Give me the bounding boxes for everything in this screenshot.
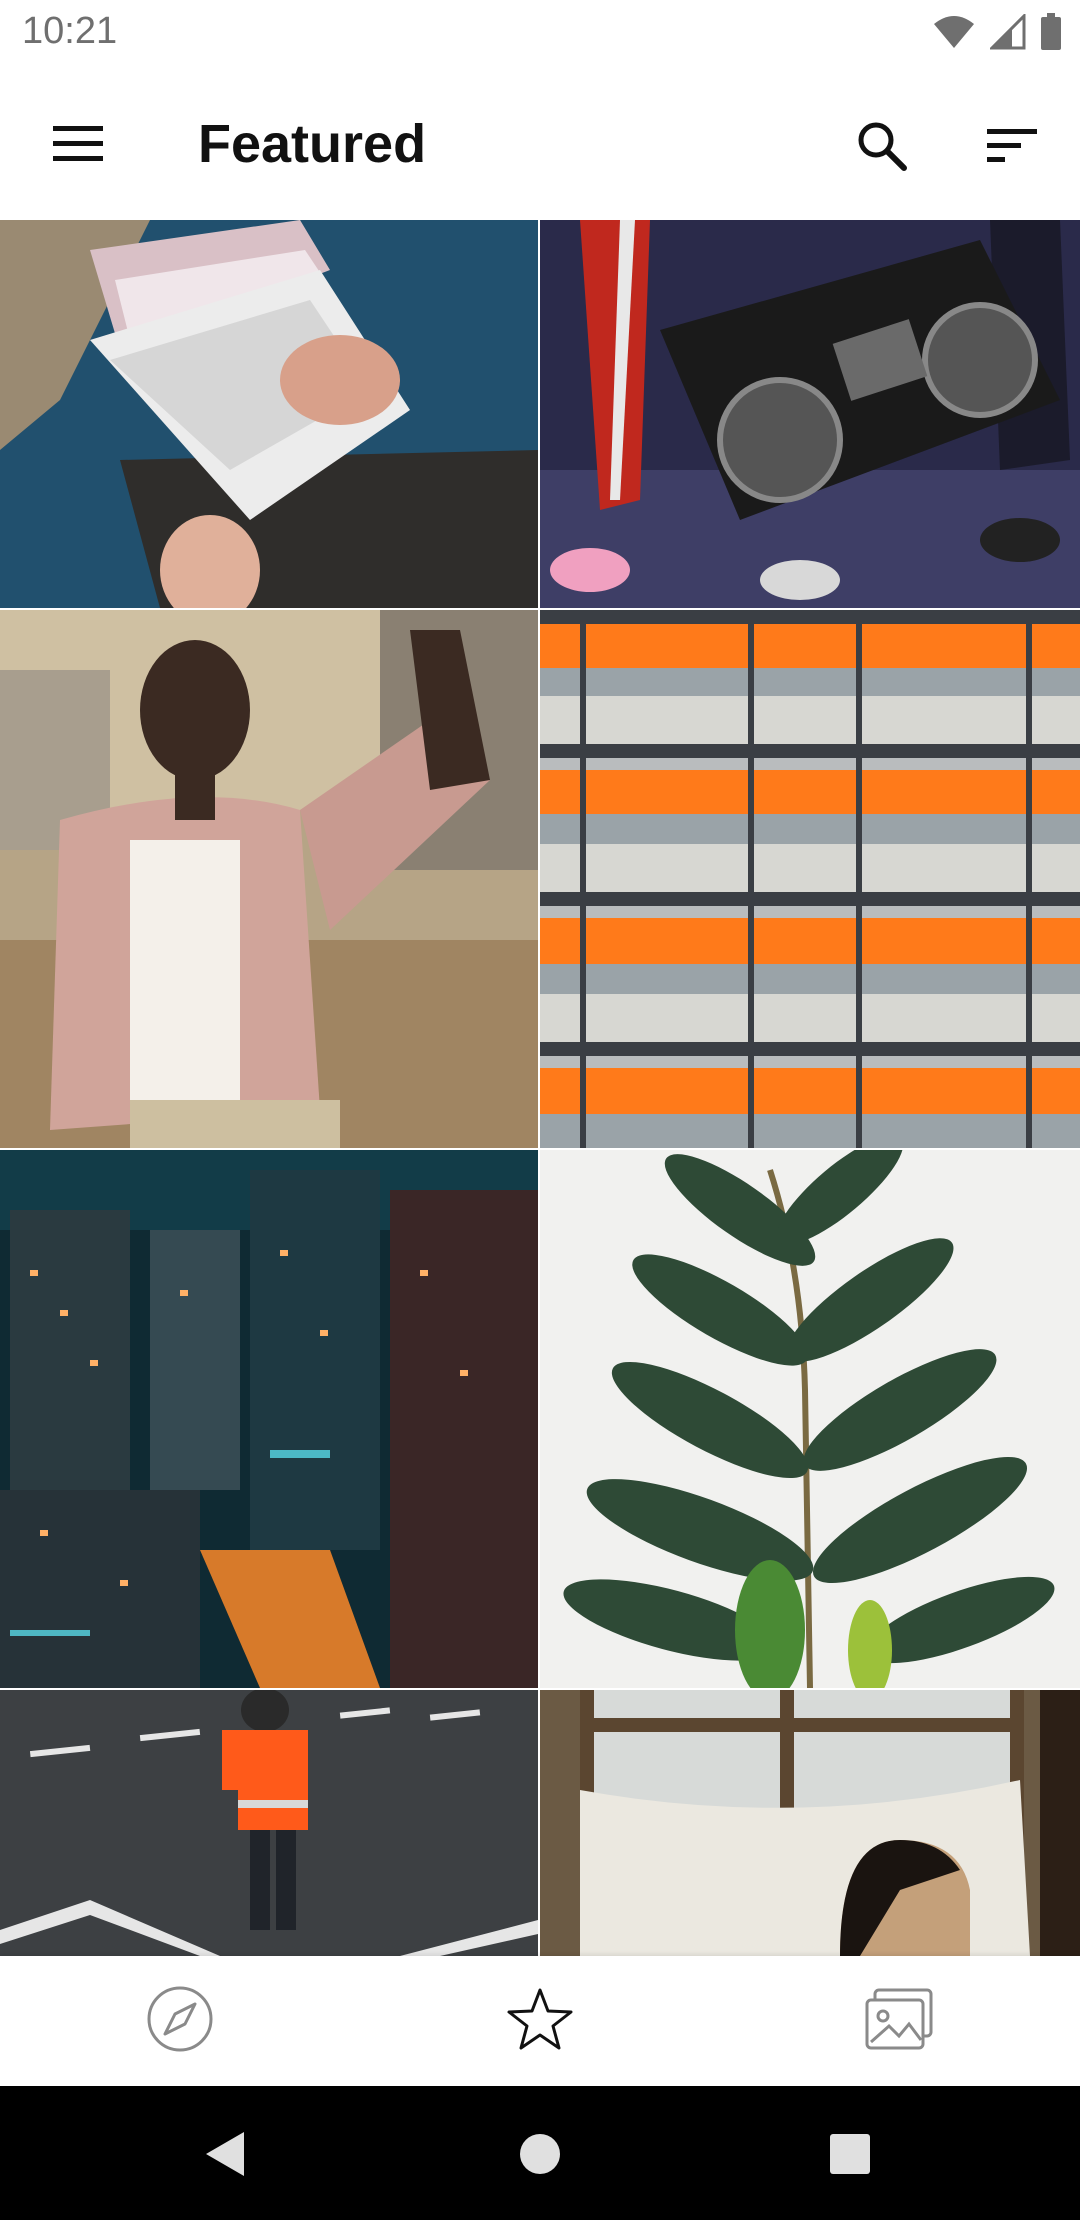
home-button[interactable]: [500, 2116, 580, 2196]
star-icon: [505, 1984, 575, 2059]
photo-orange-balconies[interactable]: [540, 610, 1080, 1148]
recents-icon: [828, 2132, 872, 2181]
system-navigation-bar: [0, 2086, 1080, 2220]
photo-window-curtain[interactable]: [540, 1690, 1080, 1956]
sort-icon: [985, 126, 1039, 171]
wifi-icon: [932, 14, 976, 55]
nav-explore[interactable]: [120, 1976, 240, 2066]
recents-button[interactable]: [810, 2116, 890, 2196]
app-bar: Featured: [0, 68, 1080, 220]
menu-icon: [51, 124, 105, 169]
gallery-icon: [863, 1984, 937, 2059]
photo-green-plant[interactable]: [540, 1150, 1080, 1688]
page-title: Featured: [198, 114, 427, 174]
compass-icon: [145, 1984, 215, 2059]
search-icon: [856, 120, 908, 177]
photo-traffic-worker[interactable]: [0, 1690, 538, 1956]
sort-button[interactable]: [968, 104, 1056, 192]
home-icon: [518, 2132, 562, 2181]
status-time: 10:21: [22, 10, 118, 52]
signal-icon: [988, 11, 1026, 55]
search-button[interactable]: [838, 104, 926, 192]
photo-grid: [0, 220, 1080, 1956]
battery-icon: [1040, 12, 1062, 56]
status-icons: [932, 11, 1062, 56]
photo-man-pink-jacket[interactable]: [0, 610, 538, 1148]
photo-laptop-on-lap[interactable]: [0, 220, 538, 608]
bottom-navigation: [0, 1956, 1080, 2086]
menu-button[interactable]: [30, 110, 126, 182]
photo-city-night[interactable]: [0, 1150, 538, 1688]
nav-collections[interactable]: [840, 1976, 960, 2066]
nav-featured[interactable]: [480, 1976, 600, 2066]
status-bar: 10:21: [0, 0, 1080, 68]
photo-boombox[interactable]: [540, 220, 1080, 608]
back-icon: [204, 2130, 248, 2183]
back-button[interactable]: [186, 2116, 266, 2196]
